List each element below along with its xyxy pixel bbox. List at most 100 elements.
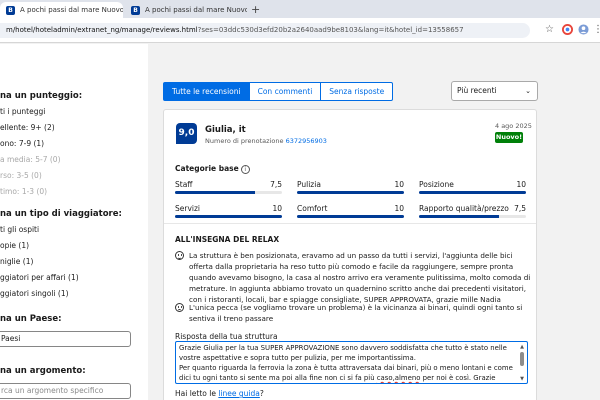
topic-filter-title: na un argomento: xyxy=(0,366,86,376)
review-score-badge: 9,0 xyxy=(176,123,197,144)
info-icon[interactable]: i xyxy=(240,165,250,174)
sort-select[interactable]: Più recenti ⌄ xyxy=(451,81,538,101)
scroll-down-icon[interactable]: ▼ xyxy=(518,376,526,382)
category-label: Staff xyxy=(175,180,193,189)
new-tab-button[interactable]: + xyxy=(251,3,260,16)
tab-all-reviews[interactable]: Tutte le recensioni xyxy=(163,82,250,101)
scroll-thumb[interactable] xyxy=(520,352,524,366)
booking-number-link[interactable]: 6372956903 xyxy=(286,137,327,145)
positive-comment-text: La struttura è ben posizionata, eravamo … xyxy=(189,251,531,304)
traveller-option[interactable]: ti gli ospiti xyxy=(0,225,39,234)
browser-tab-title: A pochi passi dal mare Nuovo … xyxy=(20,6,123,14)
browser-tab-title: A pochi passi dal mare Nuovo … xyxy=(145,6,247,14)
category-label: Servizi xyxy=(175,204,201,213)
browser-tabstrip: B A pochi passi dal mare Nuovo … ✕ B A p… xyxy=(0,0,600,18)
traveller-option[interactable]: ggiatori singoli (1) xyxy=(0,289,69,298)
category-value: 10 xyxy=(394,180,404,189)
traveller-filter-title: na un tipo di viaggiatore: xyxy=(0,209,122,219)
divider xyxy=(164,223,536,224)
topic-search-input[interactable]: rca un argomento specifico xyxy=(0,383,131,399)
category-value: 10 xyxy=(516,180,526,189)
categories-title: Categorie base i xyxy=(175,164,250,174)
score-option: rso: 3-5 (0) xyxy=(0,171,42,180)
reply-text: Grazie Giulia per la tua SUPER APPROVAZI… xyxy=(179,343,513,383)
category-value: 7,5 xyxy=(270,180,282,189)
category-score: Posizione 10 xyxy=(419,180,526,200)
score-option[interactable]: ti i punteggi xyxy=(0,107,45,116)
booking-number-label: Numero di prenotazione xyxy=(205,137,284,145)
negative-comment-text: L'unica pecca (se vogliamo trovare un pr… xyxy=(189,303,523,323)
score-option: timo: 1-3 (0) xyxy=(0,187,48,196)
reply-line-1: Grazie Giulia per la tua SUPER APPROVAZI… xyxy=(179,344,507,362)
category-score: Comfort 10 xyxy=(297,204,404,224)
category-bar-fill xyxy=(297,191,404,194)
country-filter-title: na un Paese: xyxy=(0,314,62,324)
negative-comment: L'unica pecca (se vogliamo trovare un pr… xyxy=(175,302,533,324)
reply-scrollbar[interactable]: ▲ ▼ xyxy=(518,344,526,382)
reply-spellcheck-word: caso,almeno xyxy=(376,374,421,382)
category-bar xyxy=(297,215,404,218)
filters-panel: na un punteggio: ti i punteggi ellente: … xyxy=(0,44,148,400)
extension-icon-graphic xyxy=(562,24,573,35)
category-value: 7,5 xyxy=(514,204,526,213)
review-date: 4 ago 2025 xyxy=(495,122,532,130)
guest-name: Giulia, it xyxy=(205,125,246,135)
scroll-up-icon[interactable]: ▲ xyxy=(518,344,526,350)
review-headline: ALL'INSEGNA DEL RELAX xyxy=(175,235,280,244)
review-card: 9,0 Giulia, it Numero di prenotazione 63… xyxy=(163,109,537,400)
star-icon[interactable]: ☆ xyxy=(545,24,554,36)
category-bar-fill xyxy=(419,215,500,218)
review-filter-tabs: Tutte le recensioni Con commenti Senza r… xyxy=(163,82,394,101)
profile-icon[interactable] xyxy=(578,24,589,39)
category-label: Posizione xyxy=(419,180,454,189)
profile-icon-graphic xyxy=(578,24,589,35)
sort-value: Più recenti xyxy=(457,86,497,95)
url-query: ?ses=03ddc530d3efd20b2a2640aad9be8103&la… xyxy=(197,26,464,34)
guidelines-link[interactable]: linee guida xyxy=(218,389,260,398)
category-bar xyxy=(175,191,282,194)
country-select[interactable]: Paesi xyxy=(0,331,131,347)
score-option[interactable]: ono: 7-9 (1) xyxy=(0,139,44,148)
traveller-option[interactable]: ggiatori per affari (1) xyxy=(0,273,79,282)
booking-number: Numero di prenotazione 6372956903 xyxy=(205,137,327,145)
score-filter-title: na un punteggio: xyxy=(0,91,83,101)
tab-with-comments[interactable]: Con commenti xyxy=(249,82,322,101)
positive-comment: La struttura è ben posizionata, eravamo … xyxy=(175,250,533,305)
frown-icon xyxy=(175,303,184,312)
score-option: a media: 5-7 (0) xyxy=(0,155,61,164)
smile-icon xyxy=(175,251,184,260)
url-field[interactable]: m/hotel/hoteladmin/extranet_ng/manage/re… xyxy=(0,23,530,38)
traveller-option[interactable]: opie (1) xyxy=(0,241,29,250)
chevron-down-icon: ⌄ xyxy=(525,87,531,95)
booking-favicon-icon: B xyxy=(131,5,140,15)
category-bar xyxy=(419,191,526,194)
category-bar xyxy=(297,191,404,194)
category-bar xyxy=(175,215,282,218)
address-bar: m/hotel/hoteladmin/extranet_ng/manage/re… xyxy=(0,18,600,43)
extension-icon[interactable] xyxy=(562,24,573,39)
category-score: Servizi 10 xyxy=(175,204,282,224)
categories-title-text: Categorie base xyxy=(175,164,239,173)
category-score: Pulizia 10 xyxy=(297,180,404,200)
browser-tab-1[interactable]: B A pochi passi dal mare Nuovo … ✕ xyxy=(0,2,123,18)
category-value: 10 xyxy=(394,204,404,213)
category-score: Staff 7,5 xyxy=(175,180,282,200)
booking-favicon-icon: B xyxy=(6,5,15,15)
category-bar-fill xyxy=(175,191,256,194)
browser-tab-2[interactable]: B A pochi passi dal mare Nuovo … ✕ xyxy=(125,2,247,18)
reply-label: Risposta della tua struttura xyxy=(175,332,278,341)
score-option[interactable]: ellente: 9+ (2) xyxy=(0,123,55,132)
tab-without-replies[interactable]: Senza risposte xyxy=(321,82,394,101)
url-host: m/hotel/hoteladmin/extranet_ng/manage/re… xyxy=(6,26,198,34)
new-badge: Nuovo! xyxy=(495,132,523,143)
menu-icon[interactable]: ⋮ xyxy=(593,24,600,36)
category-value: 10 xyxy=(272,204,282,213)
traveller-option[interactable]: niglie (1) xyxy=(0,257,33,266)
category-score: Rapporto qualità/prezzo 7,5 xyxy=(419,204,526,224)
guidelines-suffix: ? xyxy=(259,389,264,398)
category-bar-fill xyxy=(419,191,526,194)
category-bar xyxy=(419,215,526,218)
category-bar-fill xyxy=(175,215,282,218)
category-label: Pulizia xyxy=(297,180,321,189)
reply-textarea[interactable]: Grazie Giulia per la tua SUPER APPROVAZI… xyxy=(175,341,528,384)
